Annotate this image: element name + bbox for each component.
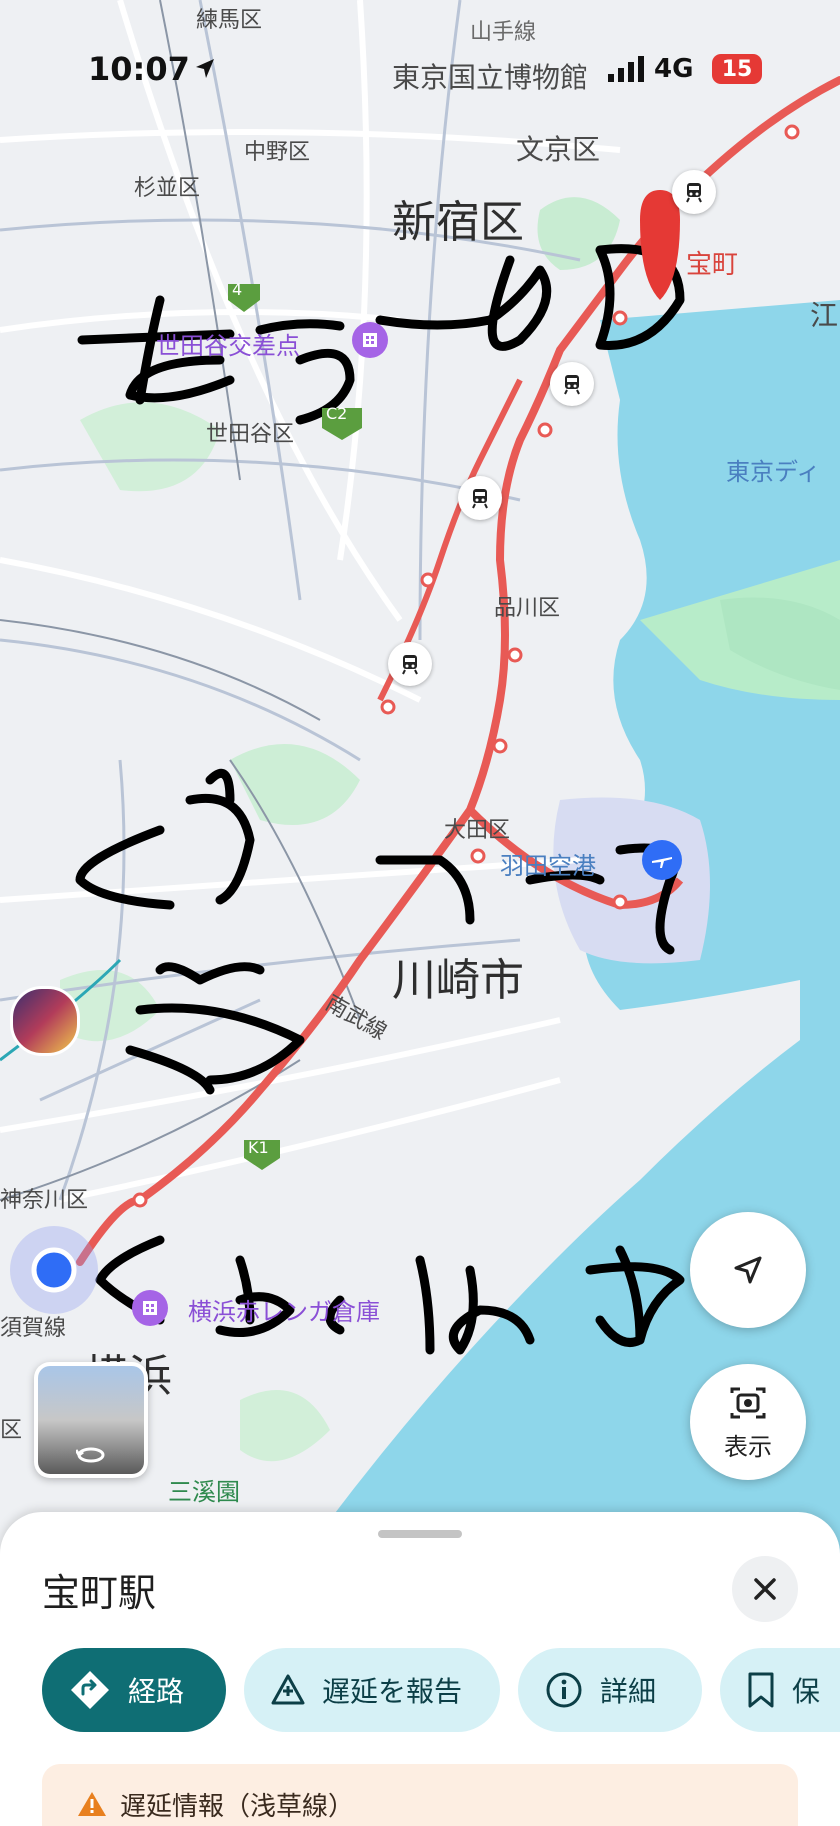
close-icon	[754, 1578, 776, 1600]
train-icon	[686, 183, 702, 203]
map-label-sankeien: 三溪園	[168, 1478, 240, 1506]
battery-indicator: 15	[712, 54, 762, 84]
place-sheet: 宝町駅 経路 遅延を報告 詳細 保 遅延情報（浅草線）	[0, 1512, 840, 1826]
directions-icon	[68, 1668, 112, 1712]
map-view[interactable]: 練馬区 山手線 東京国立博物館 中野区 文京区 杉並区 新宿区 宝町 江 4 世…	[0, 0, 840, 1560]
poi-pin-icon[interactable]	[132, 1290, 168, 1326]
train-icon	[564, 375, 580, 395]
sheet-drag-handle[interactable]	[378, 1530, 462, 1538]
app-root: 練馬区 山手線 東京国立博物館 中野区 文京区 杉並区 新宿区 宝町 江 4 世…	[0, 0, 840, 1826]
delay-alert-text: 遅延情報（浅草線）	[120, 1791, 355, 1822]
report-delay-button[interactable]: 遅延を報告	[244, 1648, 500, 1732]
save-button[interactable]: 保	[720, 1648, 840, 1732]
poi-pin-icon[interactable]	[352, 322, 388, 358]
details-button[interactable]: 詳細	[518, 1648, 702, 1732]
map-label-suginami: 杉並区	[134, 176, 201, 201]
map-label-setagaya: 世田谷区	[206, 422, 295, 447]
airplane-icon	[652, 857, 672, 868]
map-label-tokyo-disney: 東京ディ	[726, 458, 821, 486]
info-icon	[544, 1670, 584, 1710]
station-badge[interactable]	[388, 642, 432, 686]
details-label: 詳細	[600, 1675, 657, 1708]
map-label-ota: 大田区	[444, 818, 511, 843]
route-4-shield-label: 4	[232, 280, 243, 299]
map-label-edge-e: 江	[810, 299, 839, 332]
airport-pin-icon[interactable]	[642, 840, 682, 880]
route-button-label: 経路	[128, 1675, 185, 1708]
map-label-ku: 区	[0, 1418, 23, 1443]
status-time: 10:07	[88, 50, 190, 88]
building-icon	[363, 333, 377, 347]
show-layers-button[interactable]: 表示	[690, 1364, 806, 1480]
map-label-takaracho: 宝町	[686, 250, 739, 280]
map-label-bunkyo: 文京区	[516, 133, 601, 166]
bookmark-icon	[746, 1671, 776, 1709]
street-view-thumbnail	[38, 1366, 144, 1474]
signal-icon	[608, 56, 644, 82]
station-badge[interactable]	[672, 170, 716, 214]
map-label-shinagawa: 品川区	[494, 596, 561, 621]
map-label-museum: 東京国立博物館	[392, 61, 589, 94]
map-label-yokosuka-line: 須賀線	[0, 1316, 67, 1341]
map-label-shinjuku: 新宿区	[392, 197, 524, 248]
train-icon	[402, 655, 418, 675]
street-view-button[interactable]	[34, 1362, 148, 1478]
photo-thumbnail[interactable]	[10, 986, 80, 1056]
station-badge[interactable]	[550, 362, 594, 406]
map-label-kawasaki: 川崎市	[392, 955, 524, 1006]
map-label-kanagawa: 神奈川区	[0, 1188, 89, 1213]
map-label-setagaya-crossing: 世田谷交差点	[156, 332, 300, 360]
warning-icon	[78, 1792, 106, 1816]
report-delay-label: 遅延を報告	[322, 1675, 463, 1708]
route-c2-shield-label: C2	[326, 404, 348, 423]
my-location-button[interactable]	[690, 1212, 806, 1328]
map-label-yamanote: 山手線	[470, 20, 537, 45]
close-button[interactable]	[732, 1556, 798, 1622]
map-label-haneda: 羽田空港	[500, 852, 596, 880]
network-indicator: 4G	[654, 54, 694, 84]
location-arrow-icon	[196, 59, 214, 78]
camera-scan-icon	[730, 1387, 766, 1418]
map-label-nerima: 練馬区	[196, 8, 263, 33]
show-label: 表示	[724, 1432, 772, 1461]
station-badge[interactable]	[458, 476, 502, 520]
navigation-arrow-icon	[734, 1256, 762, 1284]
place-title: 宝町駅	[42, 1571, 157, 1615]
map-label-nakano: 中野区	[244, 140, 311, 165]
map-label-yokohama-redbrick: 横浜赤レンガ倉庫	[188, 1298, 380, 1326]
save-label: 保	[792, 1675, 821, 1708]
warning-plus-icon	[270, 1673, 306, 1707]
delay-alert[interactable]: 遅延情報（浅草線）	[42, 1764, 798, 1826]
route-k1-shield-label: K1	[248, 1138, 269, 1157]
rotate-360-icon	[76, 1447, 105, 1463]
building-icon	[143, 1301, 157, 1315]
route-button[interactable]: 経路	[42, 1648, 226, 1732]
train-icon	[472, 489, 488, 509]
